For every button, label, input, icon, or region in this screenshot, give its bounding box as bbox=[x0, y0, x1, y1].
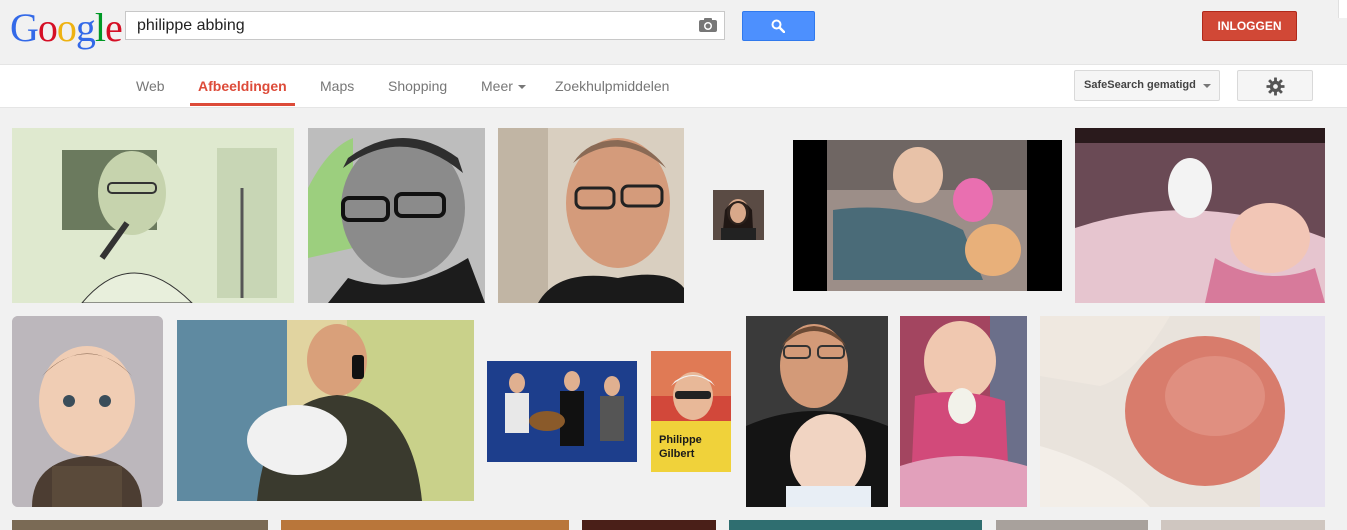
newborn-image bbox=[1040, 316, 1325, 507]
man-singing-image bbox=[12, 128, 294, 303]
tab-web[interactable]: Web bbox=[136, 65, 165, 107]
woman-image bbox=[713, 190, 764, 240]
logo-letter: l bbox=[94, 5, 106, 50]
man-glasses-color-image bbox=[498, 128, 684, 303]
settings-button[interactable] bbox=[1237, 70, 1313, 101]
image-result[interactable] bbox=[1161, 520, 1325, 530]
image-result[interactable] bbox=[729, 520, 982, 530]
image-result[interactable] bbox=[308, 128, 485, 303]
image-result[interactable]: Philippe Gilbert bbox=[651, 351, 731, 472]
search-input[interactable] bbox=[137, 12, 697, 39]
band-stage-image bbox=[487, 361, 637, 462]
svg-text:Philippe: Philippe bbox=[659, 434, 702, 446]
image-result[interactable] bbox=[177, 320, 474, 501]
top-header: Google INLOGGEN bbox=[0, 0, 1347, 65]
man-glasses-bw-image bbox=[308, 128, 485, 303]
tab-images[interactable]: Afbeeldingen bbox=[198, 65, 287, 107]
tab-search-tools[interactable]: Zoekhulpmiddelen bbox=[555, 65, 669, 107]
image-result[interactable] bbox=[1075, 128, 1325, 303]
image-result[interactable] bbox=[713, 190, 764, 240]
image-result[interactable] bbox=[498, 128, 684, 303]
image-result[interactable] bbox=[487, 361, 637, 462]
image-result[interactable] bbox=[281, 520, 569, 530]
image-result[interactable] bbox=[900, 316, 1027, 507]
baby-lying-image bbox=[1075, 128, 1325, 303]
cyclist-cover-image: Philippe Gilbert bbox=[651, 351, 731, 472]
baby-pink-blanket-image bbox=[900, 316, 1027, 507]
image-result[interactable] bbox=[1040, 316, 1325, 507]
image-result[interactable] bbox=[12, 316, 163, 507]
logo-letter: o bbox=[37, 5, 58, 50]
logo-letter: o bbox=[56, 5, 77, 50]
image-result[interactable] bbox=[582, 520, 716, 530]
logo-letter: g bbox=[75, 5, 96, 50]
search-box[interactable] bbox=[125, 11, 725, 40]
logo-letter: e bbox=[105, 5, 123, 50]
image-result[interactable] bbox=[12, 128, 294, 303]
image-result[interactable] bbox=[746, 316, 888, 507]
safesearch-label: SafeSearch gematigd bbox=[1084, 79, 1196, 91]
tab-more[interactable]: Meer bbox=[481, 65, 526, 107]
tab-shopping[interactable]: Shopping bbox=[388, 65, 447, 107]
camera-icon[interactable] bbox=[698, 17, 718, 33]
baby-portrait-image bbox=[12, 316, 163, 507]
svg-text:Gilbert: Gilbert bbox=[659, 448, 695, 460]
image-result[interactable] bbox=[996, 520, 1148, 530]
chevron-down-icon bbox=[1203, 84, 1211, 88]
man-with-baby-image bbox=[746, 316, 888, 507]
man-phone-baby-image bbox=[177, 320, 474, 501]
search-icon bbox=[771, 19, 785, 33]
baby-crawling-image bbox=[793, 140, 1062, 291]
safesearch-dropdown[interactable]: SafeSearch gematigd bbox=[1074, 70, 1220, 101]
search-nav: Web Afbeeldingen Maps Shopping Meer Zoek… bbox=[0, 65, 1347, 108]
tab-maps[interactable]: Maps bbox=[320, 65, 354, 107]
active-tab-indicator bbox=[190, 103, 295, 106]
scrollbar-top[interactable] bbox=[1338, 0, 1347, 18]
image-result[interactable] bbox=[793, 140, 1062, 291]
logo-letter: G bbox=[10, 5, 39, 50]
image-result[interactable] bbox=[12, 520, 268, 530]
tab-more-label: Meer bbox=[481, 78, 513, 94]
search-button[interactable] bbox=[742, 11, 815, 41]
gear-icon bbox=[1266, 77, 1285, 96]
chevron-down-icon bbox=[517, 85, 526, 90]
signin-button[interactable]: INLOGGEN bbox=[1202, 11, 1297, 41]
google-logo[interactable]: Google bbox=[10, 5, 123, 50]
